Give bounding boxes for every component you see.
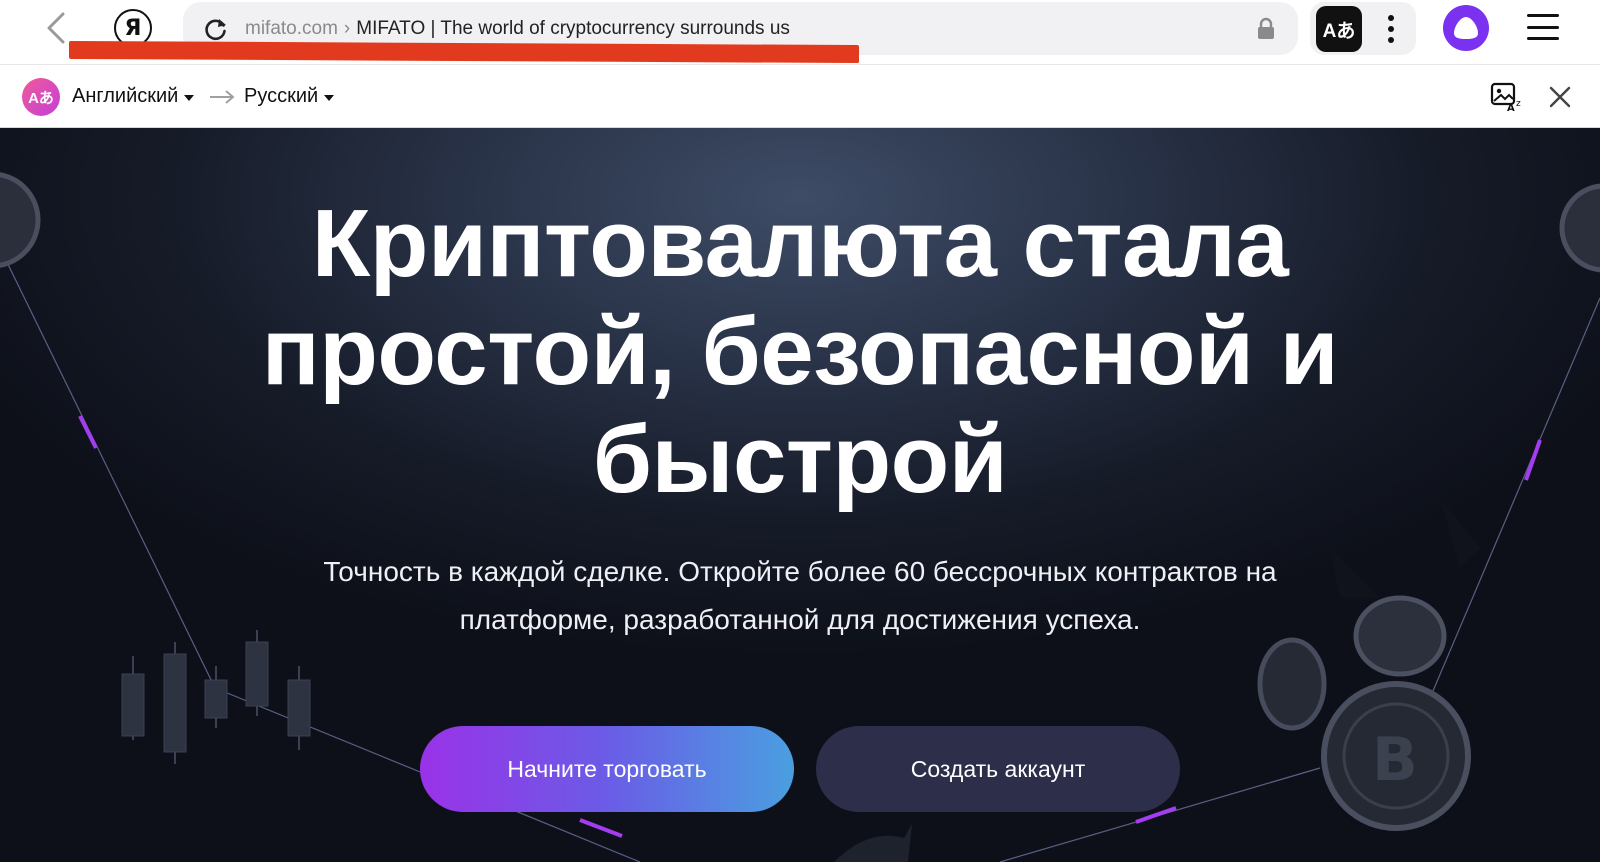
source-language-label: Английский — [72, 85, 179, 107]
candlestick-decoration — [121, 630, 311, 764]
start-trading-button[interactable]: Начните торговать — [420, 726, 794, 812]
hero-title: Криптовалюта стала простой, безопасной и… — [261, 190, 1339, 513]
target-language-select[interactable]: Русский — [244, 85, 335, 108]
hero-section: B Криптовалюта стала простой, безопасной… — [0, 128, 1600, 862]
url-text: mifato.com › MIFATO | The world of cryptoc… — [245, 18, 790, 40]
reload-icon[interactable] — [203, 16, 229, 42]
back-icon — [47, 12, 65, 44]
extension-tile: Aあ — [1310, 2, 1416, 55]
close-icon[interactable] — [1548, 85, 1572, 109]
alice-icon[interactable] — [1443, 5, 1489, 51]
kebab-menu-icon[interactable] — [1376, 12, 1406, 46]
url-separator: › — [343, 18, 351, 39]
translation-bar: Aあ Английский Русский A z — [0, 64, 1600, 128]
alice-shape — [1454, 17, 1478, 39]
chevron-down-icon — [184, 95, 195, 101]
redaction-underline — [69, 40, 859, 64]
browser-toolbar: Я mifato.com › MIFATO | The world of crypt… — [0, 0, 1600, 64]
translate-app-icon[interactable]: Aあ — [1316, 6, 1362, 52]
target-language-label: Русский — [244, 85, 319, 107]
source-language-select[interactable]: Английский — [72, 85, 195, 108]
arrow-right-icon — [210, 90, 235, 104]
lock-icon[interactable] — [1256, 17, 1276, 41]
hamburger-menu-icon[interactable] — [1527, 14, 1559, 40]
svg-text:B: B — [1372, 725, 1418, 795]
translate-logo-icon: Aあ — [22, 78, 60, 116]
url-domain: mifato.com — [245, 18, 338, 39]
svg-text:A: A — [1507, 103, 1515, 112]
create-account-button[interactable]: Создать аккаунт — [816, 726, 1180, 812]
image-translate-icon[interactable]: A z — [1490, 82, 1522, 112]
svg-text:z: z — [1516, 99, 1521, 109]
chevron-down-icon — [324, 95, 335, 101]
url-page-title: MIFATO | The world of cryptocurrency sur… — [356, 18, 790, 39]
hero-subtitle: Точность в каждой сделке. Откройте более… — [323, 556, 1277, 635]
